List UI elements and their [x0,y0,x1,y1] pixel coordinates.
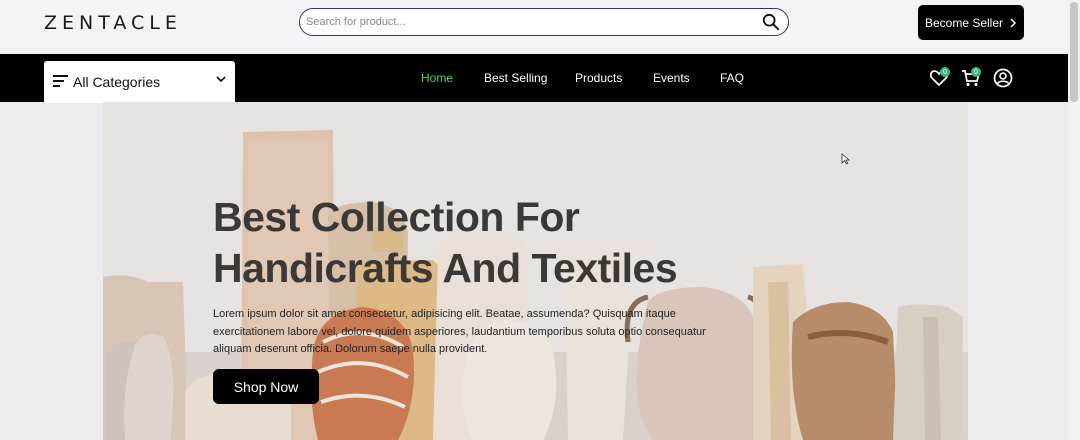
hero-title: Best Collection For Handicrafts And Text… [213,192,733,294]
hero-description: Lorem ipsum dolor sit amet consectetur, … [213,308,706,355]
cart-count-badge: 0 [971,67,981,77]
chevron-right-icon [1010,17,1017,28]
search-icon[interactable] [762,13,780,31]
main-nav: All Categories Home Best Selling Product… [0,54,1068,103]
nav-home[interactable]: Home [421,71,453,85]
nav-products[interactable]: Products [575,71,622,85]
nav-faq[interactable]: FAQ [720,71,744,85]
cart-button[interactable]: 0 [961,67,981,88]
nav-links: Home Best Selling Products Events FAQ [0,54,1068,102]
shop-now-button[interactable]: Shop Now [213,369,319,404]
search-input[interactable] [306,13,746,31]
hero-title-line-2: Handicrafts And Textiles [213,245,678,291]
search-bar [299,8,789,36]
nav-events[interactable]: Events [653,71,690,85]
nav-best-selling[interactable]: Best Selling [484,71,547,85]
top-header: ZENTACLE Become Seller [0,0,1068,54]
become-seller-label: Become Seller [924,15,1004,30]
wishlist-button[interactable]: 0 [929,67,950,88]
profile-button[interactable] [993,68,1013,88]
hero-banner: Best Collection For Handicrafts And Text… [103,102,968,440]
scrollbar[interactable] [1068,0,1080,440]
become-seller-button[interactable]: Become Seller [918,5,1024,40]
wishlist-count-badge: 0 [940,67,950,77]
hero-title-line-1: Best Collection For [213,194,580,240]
scrollbar-thumb[interactable] [1070,2,1078,102]
user-icon [993,68,1013,88]
logo[interactable]: ZENTACLE [44,12,182,34]
mouse-cursor-icon [841,153,850,165]
